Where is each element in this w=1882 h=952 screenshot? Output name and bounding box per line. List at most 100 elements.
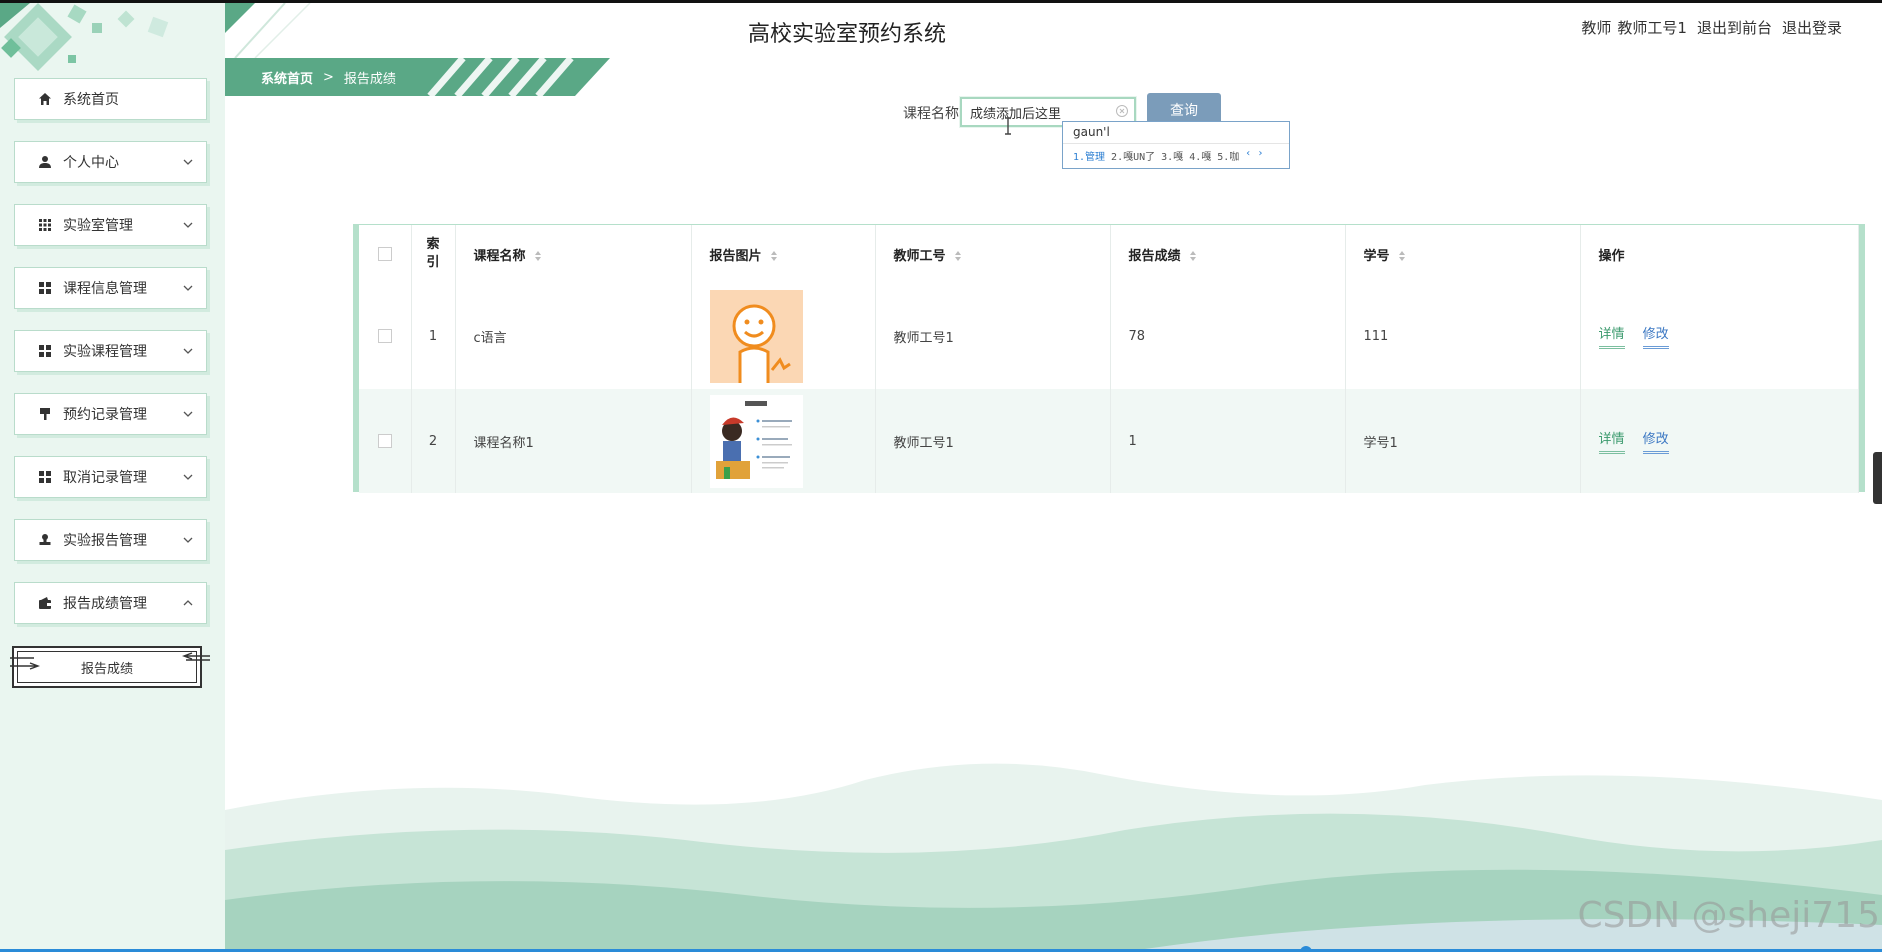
sidebar-item-lab-course[interactable]: 实验课程管理 <box>14 330 207 372</box>
sidebar-subitem-label: 报告成绩 <box>80 661 133 677</box>
sort-icon[interactable] <box>954 250 962 262</box>
operations-header-label: 操作 <box>1598 248 1625 264</box>
sidebar: 系统首页 个人中心 实验室管理 课程信息管理 实验课程管理 预约记录管理 取消记… <box>0 3 225 952</box>
text-cursor-icon <box>1005 117 1011 135</box>
scrollbar-handle[interactable] <box>1873 452 1882 504</box>
breadcrumb-home[interactable]: 系统首页 <box>261 68 313 87</box>
edit-button[interactable]: 修改 <box>1642 323 1669 349</box>
home-icon <box>37 91 53 107</box>
select-all-checkbox[interactable] <box>377 247 392 261</box>
sidebar-item-booking-records[interactable]: 预约记录管理 <box>14 393 207 435</box>
ime-candidate[interactable]: 3.嘎 <box>1161 148 1183 163</box>
sidebar-item-personal-center[interactable]: 个人中心 <box>14 141 207 183</box>
course-name-header[interactable]: 课程名称 <box>455 225 692 283</box>
table-row: 2 课程名称1 教师工号1 1 学号1 详情 修改 <box>359 389 1859 493</box>
teacher-id-cell: 教师工号1 <box>875 283 1111 389</box>
brush-icon <box>37 406 53 422</box>
student-id-header-label: 学号 <box>1363 248 1390 264</box>
apps-icon <box>37 343 53 359</box>
edit-button[interactable]: 修改 <box>1642 428 1669 454</box>
header-decoration <box>225 3 311 58</box>
user-role: 教师 <box>1581 19 1612 37</box>
user-area: 教师 教师工号1 退出到前台 退出登录 <box>1581 17 1842 38</box>
breadcrumb-separator: > <box>323 69 334 85</box>
apps-icon <box>37 469 53 485</box>
sidebar-item-label: 预约记录管理 <box>63 407 147 423</box>
grid-icon <box>37 217 53 233</box>
chevron-down-icon <box>183 411 193 417</box>
row-select-cell <box>359 283 412 389</box>
report-image-cell <box>691 389 876 493</box>
ime-candidate[interactable]: 2.嘎UN了 <box>1111 148 1155 163</box>
sidebar-decoration <box>0 3 169 71</box>
report-score-cell: 78 <box>1110 283 1346 389</box>
detail-button[interactable]: 详情 <box>1598 428 1625 454</box>
report-score-header-label: 报告成绩 <box>1128 248 1181 264</box>
row-select-cell <box>359 389 412 493</box>
chevron-down-icon <box>183 474 193 480</box>
chevron-down-icon <box>183 537 193 543</box>
sort-icon[interactable] <box>770 250 778 262</box>
logout-link[interactable]: 退出登录 <box>1782 17 1842 38</box>
chevron-up-icon <box>183 600 193 606</box>
sidebar-item-lab-report[interactable]: 实验报告管理 <box>14 519 207 561</box>
arrow-right-icon <box>10 657 40 670</box>
sidebar-item-report-score[interactable]: 报告成绩管理 <box>14 582 207 624</box>
sidebar-subitem-report-score[interactable]: 报告成绩 <box>10 646 210 688</box>
sidebar-item-label: 报告成绩管理 <box>63 596 147 612</box>
operations-header: 操作 <box>1580 225 1859 283</box>
bottom-progress-dot <box>1300 946 1312 952</box>
report-image-cell <box>691 283 876 389</box>
index-header: 索引 <box>411 225 456 283</box>
sidebar-item-label: 个人中心 <box>63 155 119 171</box>
index-cell: 1 <box>411 283 456 389</box>
student-id-header[interactable]: 学号 <box>1345 225 1581 283</box>
course-name-label: 课程名称 <box>903 106 959 122</box>
operations-cell: 详情 修改 <box>1580 283 1859 389</box>
ime-page-arrows-icon[interactable]: ‹ › <box>1245 148 1263 163</box>
sidebar-item-course-info[interactable]: 课程信息管理 <box>14 267 207 309</box>
ime-candidate[interactable]: 1.管理 <box>1073 148 1105 163</box>
sidebar-item-label: 取消记录管理 <box>63 470 147 486</box>
report-image-thumbnail[interactable] <box>709 394 803 488</box>
wallet-icon <box>37 595 53 611</box>
ime-candidate[interactable]: 5.咖 <box>1217 148 1239 163</box>
sidebar-item-label: 实验课程管理 <box>63 344 147 360</box>
sidebar-item-label: 课程信息管理 <box>63 281 147 297</box>
report-image-header[interactable]: 报告图片 <box>691 225 876 283</box>
report-image-header-label: 报告图片 <box>709 248 762 264</box>
sidebar-item-home[interactable]: 系统首页 <box>14 78 207 120</box>
ime-candidate[interactable]: 4.嘎 <box>1189 148 1211 163</box>
sort-icon[interactable] <box>534 250 542 262</box>
detail-button[interactable]: 详情 <box>1598 323 1625 349</box>
course-name-cell: 课程名称1 <box>455 389 692 493</box>
course-name-header-label: 课程名称 <box>473 248 526 264</box>
teacher-id-header[interactable]: 教师工号 <box>875 225 1111 283</box>
row-checkbox[interactable] <box>377 434 392 448</box>
chevron-down-icon <box>183 348 193 354</box>
stamp-icon <box>37 532 53 548</box>
ime-candidates: 1.管理 2.嘎UN了 3.嘎 4.嘎 5.咖 ‹ › <box>1063 144 1289 167</box>
row-checkbox[interactable] <box>377 329 392 343</box>
student-id-cell: 学号1 <box>1345 389 1581 493</box>
table-row: 1 c语言 教师工号1 78 111 详情 修改 <box>359 283 1859 389</box>
user-name: 教师工号1 <box>1617 19 1687 37</box>
apps-icon <box>37 280 53 296</box>
chevron-down-icon <box>183 222 193 228</box>
report-score-header[interactable]: 报告成绩 <box>1110 225 1346 283</box>
user-icon <box>37 154 53 170</box>
clear-icon[interactable] <box>1115 104 1129 118</box>
ime-composition: gaun'l <box>1063 122 1289 144</box>
index-cell: 2 <box>411 389 456 493</box>
sort-icon[interactable] <box>1398 250 1406 262</box>
back-to-front-link[interactable]: 退出到前台 <box>1697 17 1772 38</box>
sidebar-item-cancel-records[interactable]: 取消记录管理 <box>14 456 207 498</box>
sort-icon[interactable] <box>1189 250 1197 262</box>
report-image-thumbnail[interactable] <box>709 289 803 383</box>
watermark: CSDN @sheji715 <box>1577 895 1880 936</box>
chevron-down-icon <box>183 285 193 291</box>
sidebar-item-lab-management[interactable]: 实验室管理 <box>14 204 207 246</box>
operations-cell: 详情 修改 <box>1580 389 1859 493</box>
table-header-row: 索引 课程名称 报告图片 教师工号 报告成绩 学号 操作 <box>359 225 1859 283</box>
report-score-cell: 1 <box>1110 389 1346 493</box>
